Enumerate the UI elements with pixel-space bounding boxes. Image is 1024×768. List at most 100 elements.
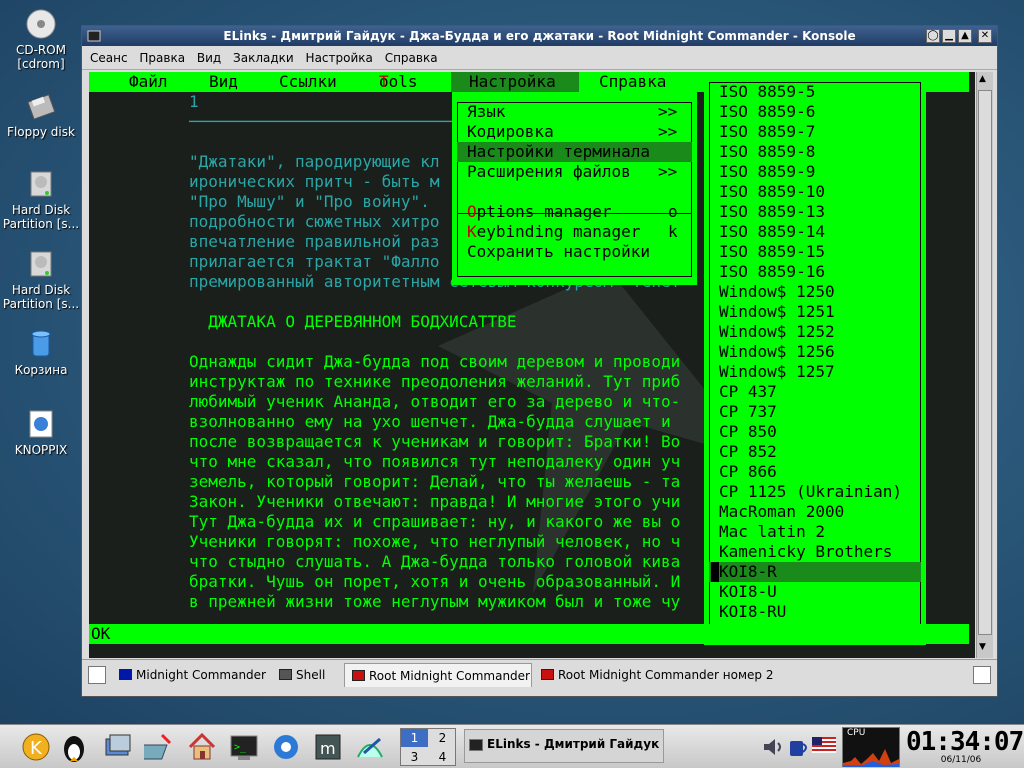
encoding-item[interactable]: ISO 8859-7: [719, 122, 815, 142]
harddisk1-desktop-icon[interactable]: Hard Disk Partition [s...: [0, 168, 82, 231]
pager-desktop-1[interactable]: 1: [401, 729, 428, 747]
settings-menu-item[interactable]: Options manager: [467, 202, 612, 222]
minimize-button[interactable]: ▁: [942, 29, 956, 43]
menu-session[interactable]: Сеанс: [86, 46, 132, 65]
clock-time: 01:34:07: [906, 727, 1024, 757]
settings-menu-item[interactable]: Настройки терминала: [467, 142, 650, 162]
scrollbar-thumb[interactable]: [978, 90, 992, 635]
settings-menu-item[interactable]: Keybinding manager: [467, 222, 640, 242]
encoding-item[interactable]: KOI8-R: [719, 562, 777, 582]
knoppix-desktop-icon[interactable]: KNOPPIX: [0, 408, 82, 457]
floppy-desktop-icon[interactable]: Floppy disk: [0, 90, 82, 139]
menu-help[interactable]: Справка: [381, 46, 442, 65]
harddisk2-desktop-icon[interactable]: Hard Disk Partition [s...: [0, 248, 82, 311]
submenu-arrow-icon: >>: [658, 162, 678, 181]
cpu-monitor[interactable]: CPU: [842, 727, 900, 767]
encoding-item[interactable]: Window$ 1250: [719, 282, 835, 302]
pager-desktop-3[interactable]: 3: [401, 748, 428, 766]
encoding-item[interactable]: KOI8-RU: [719, 602, 786, 622]
terminal-scrollbar[interactable]: ▲ ▼: [976, 72, 993, 658]
encoding-item[interactable]: ISO 8859-16: [719, 262, 825, 282]
window-titlebar[interactable]: ELinks - Дмитрий Гайдук - Джа-Будда и ег…: [82, 26, 997, 46]
encoding-item[interactable]: ISO 8859-13: [719, 202, 825, 222]
home-icon[interactable]: [186, 731, 218, 763]
encoding-item[interactable]: ISO 8859-5: [719, 82, 815, 102]
menu-view[interactable]: Вид: [193, 46, 225, 65]
encoding-item[interactable]: ISO 8859-15: [719, 242, 825, 262]
cpu-monitor-label: CPU: [847, 728, 866, 738]
encoding-item[interactable]: ISO 8859-8: [719, 142, 815, 162]
terminal-tab-icon: [279, 669, 292, 680]
keyboard-layout-flag-icon[interactable]: [812, 737, 836, 755]
terminal-area[interactable]: Файл Вид Ссылки Tools Настройка Справка …: [89, 72, 975, 658]
encoding-item[interactable]: Mac latin 2: [719, 522, 825, 542]
pager-desktop-2[interactable]: 2: [429, 729, 456, 747]
encoding-item[interactable]: Window$ 1252: [719, 322, 835, 342]
elinks-menu-tools[interactable]: Tools: [379, 72, 418, 92]
settings-menu-item[interactable]: Кодировка: [467, 122, 554, 142]
encoding-item[interactable]: CP 1125 (Ukrainian): [719, 482, 902, 502]
encoding-item[interactable]: CP 866: [719, 462, 777, 482]
content-line: Ученики говорят: похоже, что неглупый че…: [189, 532, 681, 551]
tab-midnight-commander[interactable]: Midnight Commander: [112, 663, 270, 687]
window-list-icon[interactable]: [102, 731, 134, 763]
content-line: иронических притч - быть м: [189, 172, 440, 191]
elinks-menu-settings[interactable]: Настройка: [451, 72, 579, 92]
elinks-menu-view[interactable]: Вид: [209, 72, 238, 92]
encoding-item[interactable]: Window$ 1251: [719, 302, 835, 322]
desktop-access-icon[interactable]: [144, 731, 176, 763]
close-button[interactable]: ✕: [978, 29, 992, 43]
content-line: взолнованно ему на ухо шепчет. Джа-будда…: [189, 412, 671, 431]
elinks-menu-links[interactable]: Ссылки: [279, 72, 337, 92]
volume-icon[interactable]: [760, 735, 784, 759]
konsole-launcher-icon[interactable]: >_: [228, 731, 260, 763]
menu-shortcut: o: [668, 202, 678, 221]
tux-icon[interactable]: [58, 731, 90, 763]
encoding-item[interactable]: CP 850: [719, 422, 777, 442]
menu-bookmarks[interactable]: Закладки: [229, 46, 298, 65]
encoding-item[interactable]: Kamenicky Brothers: [719, 542, 892, 562]
settings-menu-item[interactable]: Язык: [467, 102, 506, 122]
scroll-down-icon[interactable]: ▼: [979, 642, 986, 652]
encoding-item[interactable]: ISO 8859-9: [719, 162, 815, 182]
pager-desktop-4[interactable]: 4: [429, 748, 456, 766]
settings-menu-label: eybinding manager: [476, 222, 641, 241]
encoding-item[interactable]: CP 852: [719, 442, 777, 462]
menu-edit[interactable]: Правка: [135, 46, 189, 65]
encoding-item[interactable]: ISO 8859-10: [719, 182, 825, 202]
panel-clock[interactable]: 01:34:07 06/11/06: [906, 727, 1024, 765]
encoding-item[interactable]: MacRoman 2000: [719, 502, 844, 522]
content-line: Закон. Ученики отвечают: правда! И многи…: [189, 492, 681, 511]
tab-root-midnight-commander-2[interactable]: Root Midnight Commander номер 2: [534, 663, 774, 687]
trash-desktop-icon[interactable]: Корзина: [0, 328, 82, 377]
encoding-item[interactable]: Window$ 1257: [719, 362, 835, 382]
mc-icon[interactable]: m: [312, 731, 344, 763]
elinks-menu-file[interactable]: Файл: [129, 72, 168, 92]
cup-icon[interactable]: [786, 735, 810, 759]
openoffice-icon[interactable]: [354, 731, 386, 763]
cdrom-desktop-icon[interactable]: CD-ROM [cdrom]: [0, 8, 82, 71]
tab-root-midnight-commander[interactable]: Root Midnight Commander: [344, 663, 532, 687]
taskbar-button-elinks[interactable]: ELinks - Дмитрий Гайдук - Д: [464, 729, 664, 763]
desktop-pager: 1 2 3 4: [400, 728, 456, 766]
encoding-item[interactable]: ISO 8859-14: [719, 222, 825, 242]
window-menu-icon[interactable]: [86, 28, 102, 44]
new-session-icon[interactable]: [88, 666, 106, 684]
menu-settings[interactable]: Настройка: [302, 46, 377, 65]
scroll-up-icon[interactable]: ▲: [979, 74, 986, 84]
encoding-item[interactable]: CP 737: [719, 402, 777, 422]
kde-menu-icon[interactable]: K: [20, 731, 52, 763]
tab-shell[interactable]: Shell: [272, 663, 342, 687]
encoding-item[interactable]: KOI8-U: [719, 582, 777, 602]
encoding-item[interactable]: ISO 8859-6: [719, 102, 815, 122]
konqueror-icon[interactable]: [270, 731, 302, 763]
elinks-menu-help[interactable]: Справка: [599, 72, 666, 92]
encoding-item[interactable]: CP 437: [719, 382, 777, 402]
window-menu-button[interactable]: ◯: [926, 29, 940, 43]
settings-menu-item[interactable]: Сохранить настройки: [467, 242, 650, 262]
maximize-button[interactable]: ▲: [958, 29, 972, 43]
close-session-icon[interactable]: [973, 666, 991, 684]
encoding-item[interactable]: Window$ 1256: [719, 342, 835, 362]
settings-menu-item[interactable]: Расширения файлов: [467, 162, 631, 182]
terminal-tab-icon: [352, 670, 365, 681]
